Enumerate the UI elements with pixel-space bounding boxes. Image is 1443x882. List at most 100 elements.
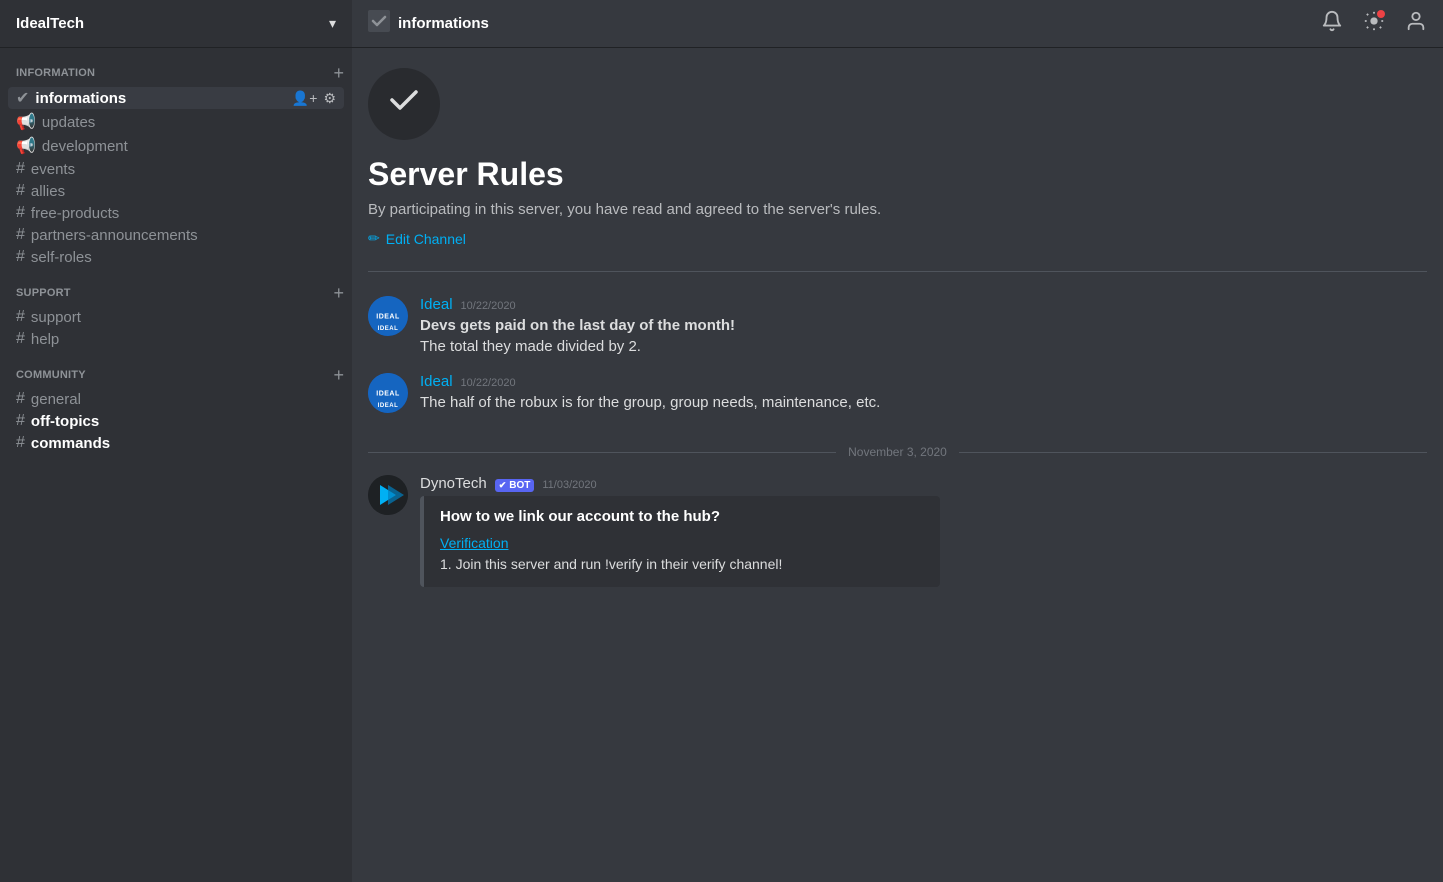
message-content-1: Ideal 10/22/2020 Devs gets paid on the l… [420, 296, 1427, 357]
sidebar-item-help[interactable]: # help [8, 329, 344, 349]
sidebar-item-self-roles[interactable]: # self-roles [8, 247, 344, 267]
main-content: informations [352, 0, 1443, 882]
message-content-2: Ideal 10/22/2020 The half of the robux i… [420, 373, 1427, 413]
message-header-2: Ideal 10/22/2020 [420, 373, 1427, 390]
profile-icon[interactable] [1405, 10, 1427, 38]
message-header-bot: DynoTech ✔ BOT 11/03/2020 [420, 475, 1427, 492]
embed-text: Verification 1. Join this server and run… [440, 533, 924, 575]
channel-name-commands: commands [31, 435, 336, 452]
settings-icon[interactable]: ⚙ [323, 90, 336, 107]
date-label: November 3, 2020 [836, 445, 959, 459]
svg-text:IDEAL: IDEAL [376, 314, 400, 321]
channel-name-updates: updates [42, 114, 336, 131]
add-channel-icon-information[interactable]: + [333, 64, 344, 82]
bell-icon[interactable] [1321, 10, 1343, 38]
message-content-bot: DynoTech ✔ BOT 11/03/2020 How to we link… [420, 475, 1427, 587]
hash-icon-off-topics: # [16, 412, 25, 430]
embed-box: How to we link our account to the hub? V… [420, 496, 940, 587]
channel-avatar [368, 68, 440, 140]
hash-icon-self-roles: # [16, 248, 25, 266]
topbar-channel-name: informations [398, 15, 489, 32]
channel-name-events: events [31, 161, 336, 178]
avatar-ideal-1: IDEAL [368, 296, 408, 336]
sidebar-item-updates[interactable]: 📢 updates [8, 111, 344, 133]
messages-area[interactable]: Server Rules By participating in this se… [352, 48, 1443, 882]
message-timestamp-2: 10/22/2020 [461, 377, 516, 389]
announcement-icon: ✔ [16, 88, 29, 108]
add-channel-icon-community[interactable]: + [333, 366, 344, 384]
message-group-2: IDEAL Ideal 10/22/2020 The half of the r… [368, 373, 1427, 413]
notification-icon[interactable] [1363, 10, 1385, 38]
hash-icon-allies: # [16, 182, 25, 200]
announcement-icon-updates: 📢 [16, 112, 36, 132]
avatar-ideal-2: IDEAL [368, 373, 408, 413]
channel-name-self-roles: self-roles [31, 249, 336, 266]
topbar-right [1321, 10, 1427, 38]
channel-name-help: help [31, 331, 336, 348]
add-channel-icon-support[interactable]: + [333, 284, 344, 302]
topbar-channel-icon [368, 10, 390, 38]
message-timestamp-bot: 11/03/2020 [542, 479, 596, 491]
avatar-dyno [368, 475, 408, 515]
chevron-down-icon: ▾ [329, 15, 336, 32]
server-header[interactable]: IdealTech ▾ [0, 0, 352, 48]
sidebar-item-general[interactable]: # general [8, 389, 344, 409]
svg-text:IDEAL: IDEAL [376, 391, 400, 398]
sidebar-item-allies[interactable]: # allies [8, 181, 344, 201]
message-timestamp-1: 10/22/2020 [461, 300, 516, 312]
message-author-1: Ideal [420, 296, 453, 313]
embed-link[interactable]: Verification [440, 535, 508, 551]
channel-title: Server Rules [368, 156, 564, 193]
channel-name-allies: allies [31, 183, 336, 200]
embed-title: How to we link our account to the hub? [440, 508, 924, 525]
topbar-left: informations [368, 10, 489, 38]
message-text-1a: Devs gets paid on the last day of the mo… [420, 315, 1427, 336]
message-group-bot: DynoTech ✔ BOT 11/03/2020 How to we link… [368, 475, 1427, 587]
hash-icon-support: # [16, 308, 25, 326]
message-author-bot: DynoTech [420, 475, 487, 492]
edit-channel-label: Edit Channel [386, 231, 466, 247]
sidebar-item-partners-announcements[interactable]: # partners-announcements [8, 225, 344, 245]
channel-avatar-icon [386, 82, 422, 126]
hash-icon-free-products: # [16, 204, 25, 222]
sidebar-item-free-products[interactable]: # free-products [8, 203, 344, 223]
category-label-support: SUPPORT [16, 287, 71, 299]
channel-name-off-topics: off-topics [31, 413, 336, 430]
hash-icon-events: # [16, 160, 25, 178]
hash-icon-commands: # [16, 434, 25, 452]
category-information[interactable]: INFORMATION + [0, 48, 352, 86]
message-text-2: The half of the robux is for the group, … [420, 392, 1427, 413]
channel-name-development: development [42, 138, 336, 155]
sidebar-item-development[interactable]: 📢 development [8, 135, 344, 157]
message-group-1: IDEAL Ideal 10/22/2020 Devs gets paid on… [368, 296, 1427, 357]
hash-icon-general: # [16, 390, 25, 408]
bot-badge: ✔ BOT [495, 479, 535, 492]
embed-body: 1. Join this server and run !verify in t… [440, 556, 782, 572]
sidebar-item-informations[interactable]: ✔ informations 👤+ ⚙ [8, 87, 344, 109]
channel-description: By participating in this server, you hav… [368, 201, 881, 218]
add-member-icon[interactable]: 👤+ [292, 90, 318, 107]
date-divider: November 3, 2020 [368, 445, 1427, 459]
message-text-1b: The total they made divided by 2. [420, 336, 1427, 357]
sidebar-item-support[interactable]: # support [8, 307, 344, 327]
message-header-1: Ideal 10/22/2020 [420, 296, 1427, 313]
bot-badge-check-icon: ✔ [499, 480, 507, 491]
category-community[interactable]: COMMUNITY + [0, 350, 352, 388]
category-support[interactable]: SUPPORT + [0, 268, 352, 306]
category-label-community: COMMUNITY [16, 369, 86, 381]
channel-name-free-products: free-products [31, 205, 336, 222]
sidebar-item-commands[interactable]: # commands [8, 433, 344, 453]
announcement-icon-dev: 📢 [16, 136, 36, 156]
bot-badge-label: BOT [509, 480, 530, 491]
channel-banner: Server Rules By participating in this se… [368, 68, 1427, 272]
message-author-2: Ideal [420, 373, 453, 390]
channel-name-partners: partners-announcements [31, 227, 336, 244]
sidebar-item-off-topics[interactable]: # off-topics [8, 411, 344, 431]
topbar: informations [352, 0, 1443, 48]
hash-icon-partners: # [16, 226, 25, 244]
channel-name-informations: informations [35, 90, 291, 107]
channel-name-general: general [31, 391, 336, 408]
edit-channel-button[interactable]: ✏ Edit Channel [368, 230, 466, 247]
edit-icon: ✏ [368, 230, 380, 247]
sidebar-item-events[interactable]: # events [8, 159, 344, 179]
